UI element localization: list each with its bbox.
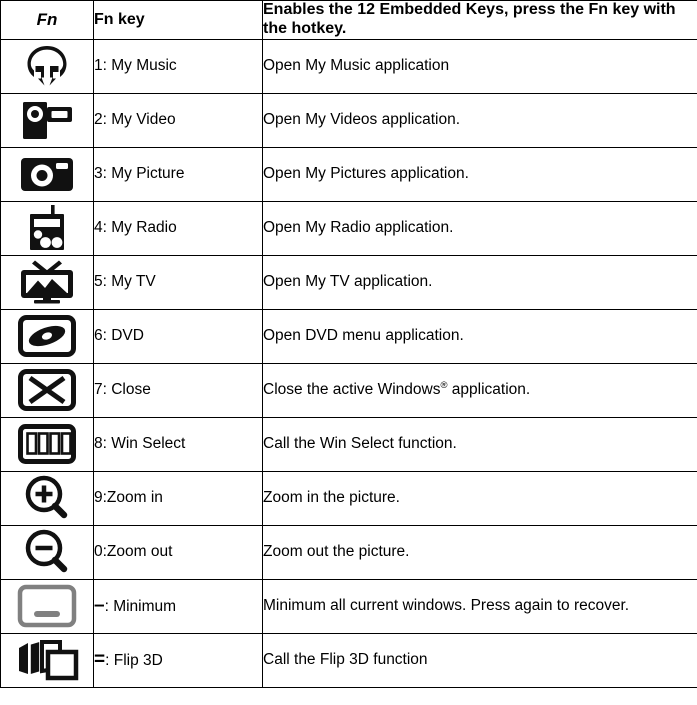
dvd-disc-icon <box>1 315 93 358</box>
key-label: 4: My Radio <box>93 200 263 256</box>
icon-cell <box>0 38 94 94</box>
key-label: 6: DVD <box>93 308 263 364</box>
table-row: 6: DVD Open DVD menu application. <box>0 308 697 364</box>
icon-cell <box>0 578 94 634</box>
icon-cell <box>0 632 94 688</box>
icon-cell <box>0 470 94 526</box>
table-header-row: Fn Fn key Enables the 12 Embedded Keys, … <box>0 0 697 40</box>
description-text: Close the active Windows® application. <box>262 362 697 418</box>
table-row: 0:Zoom out Zoom out the picture. <box>0 524 697 580</box>
key-label: 9:Zoom in <box>93 470 263 526</box>
key-label: 1: My Music <box>93 38 263 94</box>
icon-cell <box>0 308 94 364</box>
table-row: 7: Close Close the active Windows® appli… <box>0 362 697 418</box>
table-row: 4: My Radio Open My Radio application. <box>0 200 697 256</box>
close-x-icon <box>1 369 93 412</box>
icon-cell <box>0 524 94 580</box>
icon-cell <box>0 92 94 148</box>
fn-hotkey-table: Fn Fn key Enables the 12 Embedded Keys, … <box>0 0 697 688</box>
description-text: Open My Pictures application. <box>262 146 697 202</box>
key-label: 7: Close <box>93 362 263 418</box>
description-text: Open My Music application <box>262 38 697 94</box>
icon-cell <box>0 362 94 418</box>
description-text: Open My Videos application. <box>262 92 697 148</box>
zoom-in-icon <box>1 475 93 521</box>
description-text: Open My Radio application. <box>262 200 697 256</box>
key-label: 5: My TV <box>93 254 263 310</box>
header-fn-label: Fn <box>0 0 94 40</box>
description-text: Open My TV application. <box>262 254 697 310</box>
description-text: Zoom in the picture. <box>262 470 697 526</box>
table-row: 5: My TV Open My TV application. <box>0 254 697 310</box>
table-row: 1: My Music Open My Music application <box>0 38 697 94</box>
icon-cell <box>0 200 94 256</box>
table-row: 3: My Picture Open My Pictures applicati… <box>0 146 697 202</box>
minimize-window-icon <box>1 584 93 628</box>
photo-camera-icon <box>1 153 93 195</box>
key-label: =: Flip 3D <box>93 632 263 688</box>
key-label: 0:Zoom out <box>93 524 263 580</box>
header-fn-key-label: Fn key <box>93 0 263 40</box>
key-label: 2: My Video <box>93 92 263 148</box>
flip-3d-icon <box>1 638 93 682</box>
description-text: Zoom out the picture. <box>262 524 697 580</box>
header-description-label: Enables the 12 Embedded Keys, press the … <box>262 0 697 40</box>
icon-cell <box>0 254 94 310</box>
description-text: Call the Win Select function. <box>262 416 697 472</box>
key-label: –: Minimum <box>93 578 263 634</box>
radio-icon <box>1 204 93 252</box>
win-select-icon <box>1 424 93 465</box>
table-row: 9:Zoom in Zoom in the picture. <box>0 470 697 526</box>
key-symbol-rest: : Minimum <box>104 598 177 616</box>
television-icon <box>1 259 93 305</box>
key-symbol: = <box>94 649 106 671</box>
table-row: 8: Win Select Call the Win Select functi… <box>0 416 697 472</box>
video-camera-icon <box>1 98 93 142</box>
table-row: 2: My Video Open My Videos application. <box>0 92 697 148</box>
table-row: –: Minimum Minimum all current windows. … <box>0 578 697 634</box>
description-prefix: Close the active Windows <box>263 381 441 399</box>
key-label: 8: Win Select <box>93 416 263 472</box>
key-label: 3: My Picture <box>93 146 263 202</box>
headphones-music-icon <box>1 44 93 88</box>
description-suffix: application. <box>447 381 531 399</box>
table-row: =: Flip 3D Call the Flip 3D function <box>0 632 697 688</box>
zoom-out-icon <box>1 529 93 575</box>
description-text: Call the Flip 3D function <box>262 632 697 688</box>
key-symbol-rest: : Flip 3D <box>105 652 163 670</box>
description-text: Open DVD menu application. <box>262 308 697 364</box>
icon-cell <box>0 146 94 202</box>
description-text: Minimum all current windows. Press again… <box>262 578 697 634</box>
icon-cell <box>0 416 94 472</box>
key-symbol: – <box>94 595 105 617</box>
